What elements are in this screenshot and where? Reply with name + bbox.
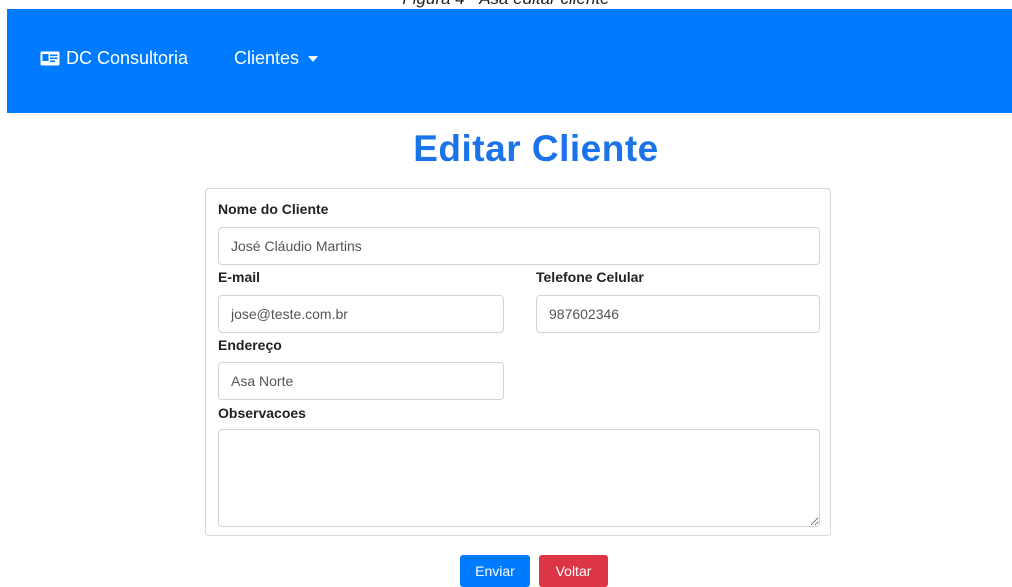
observacoes-textarea[interactable] bbox=[218, 429, 820, 527]
navbar: DC Consultoria Clientes bbox=[7, 9, 1012, 113]
page-title: Editar Cliente bbox=[413, 128, 659, 169]
nome-label: Nome do Cliente bbox=[218, 201, 329, 217]
clientes-label: Clientes bbox=[234, 47, 300, 68]
figure-caption: Figura 4 - Asa editar cliente bbox=[0, 0, 1012, 9]
telefone-label: Telefone Celular bbox=[536, 269, 644, 285]
caret-down-icon bbox=[308, 56, 319, 62]
endereco-label: Endereço bbox=[218, 337, 282, 353]
id-card-icon bbox=[40, 51, 60, 65]
figure-caption-text: Figura 4 - Asa editar cliente bbox=[402, 0, 609, 8]
brand-label: DC Consultoria bbox=[66, 47, 189, 68]
email-input[interactable] bbox=[218, 295, 504, 333]
enviar-button[interactable]: Enviar bbox=[460, 555, 530, 587]
voltar-button[interactable]: Voltar bbox=[539, 555, 608, 587]
edit-client-form: Nome do Cliente E-mail Telefone Celular … bbox=[205, 188, 831, 536]
email-label: E-mail bbox=[218, 269, 261, 285]
observacoes-label: Observacoes bbox=[218, 405, 306, 421]
nome-input[interactable] bbox=[218, 227, 820, 265]
telefone-input[interactable] bbox=[536, 295, 820, 333]
brand-link[interactable]: DC Consultoria bbox=[40, 45, 188, 71]
clientes-dropdown[interactable]: Clientes bbox=[234, 45, 319, 71]
endereco-input[interactable] bbox=[218, 362, 504, 400]
